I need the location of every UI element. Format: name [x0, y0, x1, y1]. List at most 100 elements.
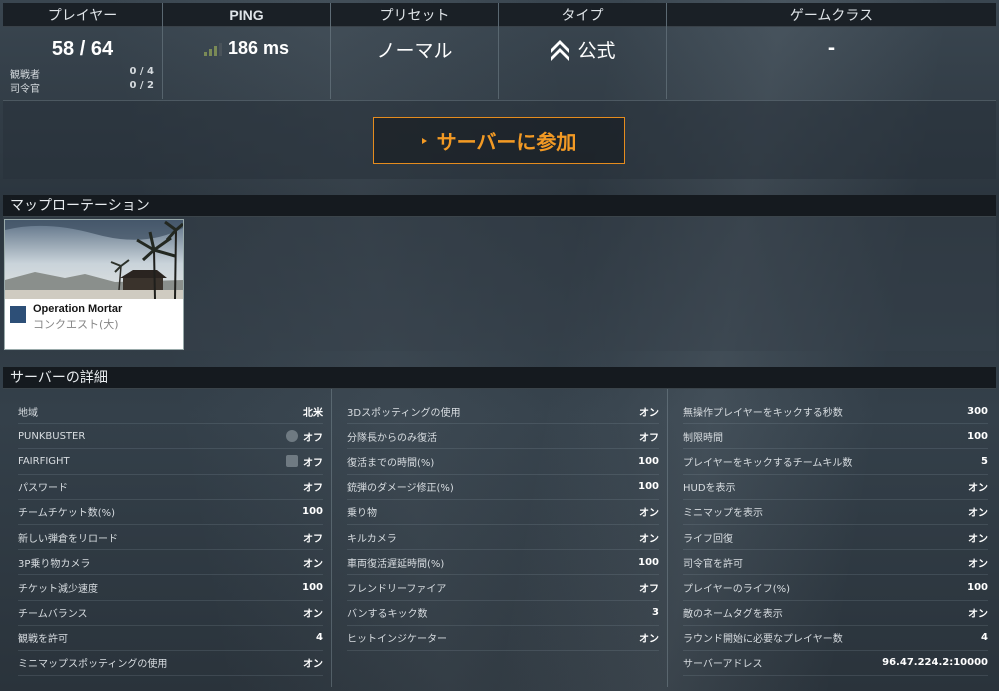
detail-value: オフ — [303, 530, 323, 545]
players-column: プレイヤー 58 / 64 観戦者 0 / 4 司令官 0 / 2 — [3, 3, 163, 99]
detail-value-text: オフ — [303, 483, 323, 495]
map-name: Operation Mortar — [33, 303, 123, 315]
detail-value: 100 — [302, 582, 323, 593]
detail-row: チームチケット数(%) 100 — [18, 500, 323, 525]
detail-row: プレイヤーをキックするチームキル数 5 — [683, 449, 988, 475]
detail-value-text: 100 — [967, 581, 988, 593]
detail-value-text: 北米 — [303, 407, 323, 419]
detail-row: パスワード オフ — [18, 475, 323, 500]
detail-value: 5 — [981, 456, 988, 467]
detail-value: オン — [303, 555, 323, 570]
conquest-icon — [10, 306, 26, 323]
punkbuster-icon — [286, 430, 298, 443]
detail-row: ヒットインジケーター オン — [347, 626, 659, 651]
map-rotation-header: マップローテーション — [3, 195, 996, 217]
detail-value-text: オン — [303, 659, 323, 671]
detail-label: ミニマップスポッティングの使用 — [18, 659, 168, 671]
detail-label: 銃弾のダメージ修正(%) — [347, 483, 454, 495]
detail-value-text: オフ — [303, 457, 323, 469]
detail-label: HUDを表示 — [683, 483, 736, 495]
detail-row: 銃弾のダメージ修正(%) 100 — [347, 475, 659, 500]
detail-value: 100 — [638, 456, 659, 467]
detail-label: フレンドリーファイア — [347, 583, 447, 595]
detail-row: 3P乗り物カメラ オン — [18, 550, 323, 576]
detail-label: プレイヤーのライフ(%) — [683, 583, 791, 595]
type-column: タイプ 公式 — [499, 3, 667, 99]
detail-label: 無操作プレイヤーをキックする秒数 — [683, 407, 843, 419]
commander-count: 0 / 2 — [129, 80, 154, 91]
detail-value-text: オフ — [303, 432, 323, 444]
ping-column: PING 186 ms — [163, 3, 331, 99]
detail-value: オン — [968, 555, 988, 570]
detail-label: 分隊長からのみ復活 — [347, 432, 437, 444]
detail-value-text: オフ — [639, 583, 659, 595]
detail-row: ラウンド開始に必要なプレイヤー数 4 — [683, 626, 988, 651]
map-mode: コンクエスト(大) — [33, 318, 119, 331]
detail-value-text: 3 — [652, 607, 659, 619]
ping-value: 186 ms — [227, 38, 290, 58]
detail-value-text: オン — [639, 533, 659, 545]
detail-row: 分隊長からのみ復活 オフ — [347, 424, 659, 450]
players-header: プレイヤー — [3, 3, 162, 27]
detail-value-text: オン — [639, 508, 659, 520]
detail-label: 3P乗り物カメラ — [18, 558, 91, 570]
detail-row: 司令官を許可 オン — [683, 550, 988, 576]
map-card[interactable]: Operation Mortar コンクエスト(大) — [4, 219, 184, 350]
join-server-button[interactable]: サーバーに参加 — [373, 117, 625, 164]
detail-label: 車両復活遅延時間(%) — [347, 558, 445, 570]
detail-label: チームバランス — [18, 609, 88, 621]
detail-value-text: 300 — [967, 405, 988, 417]
server-details-header: サーバーの詳細 — [3, 367, 996, 389]
detail-value-text: オン — [968, 609, 988, 621]
detail-row: キルカメラ オン — [347, 525, 659, 551]
detail-value-text: オン — [968, 508, 988, 520]
detail-value-text: オフ — [303, 533, 323, 545]
rank-chevron-icon — [551, 39, 570, 61]
detail-value: オン — [968, 530, 988, 545]
detail-label: ライフ回復 — [683, 533, 733, 545]
detail-label: ヒットインジケーター — [347, 634, 447, 646]
detail-value: オン — [968, 479, 988, 494]
detail-value: オフ — [639, 429, 659, 444]
spectator-count: 0 / 4 — [129, 66, 154, 77]
detail-label: パスワード — [18, 483, 68, 495]
detail-value: 100 — [302, 506, 323, 517]
detail-value: 100 — [967, 582, 988, 593]
preset-column: プリセット ノーマル — [331, 3, 499, 99]
game-class-column: ゲームクラス - — [667, 3, 996, 99]
detail-value: オン — [639, 504, 659, 519]
detail-label: チケット減少速度 — [18, 583, 98, 595]
detail-value-text: オン — [639, 634, 659, 646]
detail-value: 100 — [638, 481, 659, 492]
spectator-label: 観戦者 — [10, 70, 40, 81]
fairfight-icon — [286, 455, 298, 468]
join-server-label: サーバーに参加 — [436, 130, 577, 154]
detail-value: 300 — [967, 406, 988, 417]
details-column-3: 無操作プレイヤーをキックする秒数 300 制限時間 100 プレイヤーをキックするチーム… — [667, 389, 996, 687]
detail-label: チームチケット数(%) — [18, 508, 116, 520]
detail-value: オフ — [303, 479, 323, 494]
detail-value-text: オン — [968, 483, 988, 495]
detail-row: 復活までの時間(%) 100 — [347, 449, 659, 475]
detail-value-text: 100 — [638, 556, 659, 568]
detail-value: 北米 — [303, 404, 323, 419]
signal-bars-icon — [203, 42, 222, 56]
detail-value: オン — [639, 530, 659, 545]
detail-row: 制限時間 100 — [683, 424, 988, 450]
detail-row: サーバーアドレス 96.47.224.2:10000 — [683, 651, 988, 677]
detail-label: バンするキック数 — [347, 609, 428, 621]
server-details: 地域 北米 PUNKBUSTER オフ FAIRFIGHT オフ パスワード オフ チームチケッ… — [3, 389, 996, 687]
detail-label: サーバーアドレス — [683, 659, 763, 671]
detail-row: フレンドリーファイア オフ — [347, 575, 659, 601]
detail-label: ミニマップを表示 — [683, 508, 763, 520]
detail-value-text: 96.47.224.2:10000 — [882, 657, 988, 669]
detail-value-text: 4 — [981, 632, 988, 644]
detail-value: オン — [303, 605, 323, 620]
detail-row: 乗り物 オン — [347, 500, 659, 525]
game-class-header: ゲームクラス — [667, 3, 996, 27]
detail-row: HUDを表示 オン — [683, 475, 988, 500]
detail-label: PUNKBUSTER — [18, 430, 86, 442]
detail-label: 3Dスポッティングの使用 — [347, 407, 461, 419]
detail-value-text: オン — [303, 558, 323, 570]
detail-label: キルカメラ — [347, 533, 397, 545]
